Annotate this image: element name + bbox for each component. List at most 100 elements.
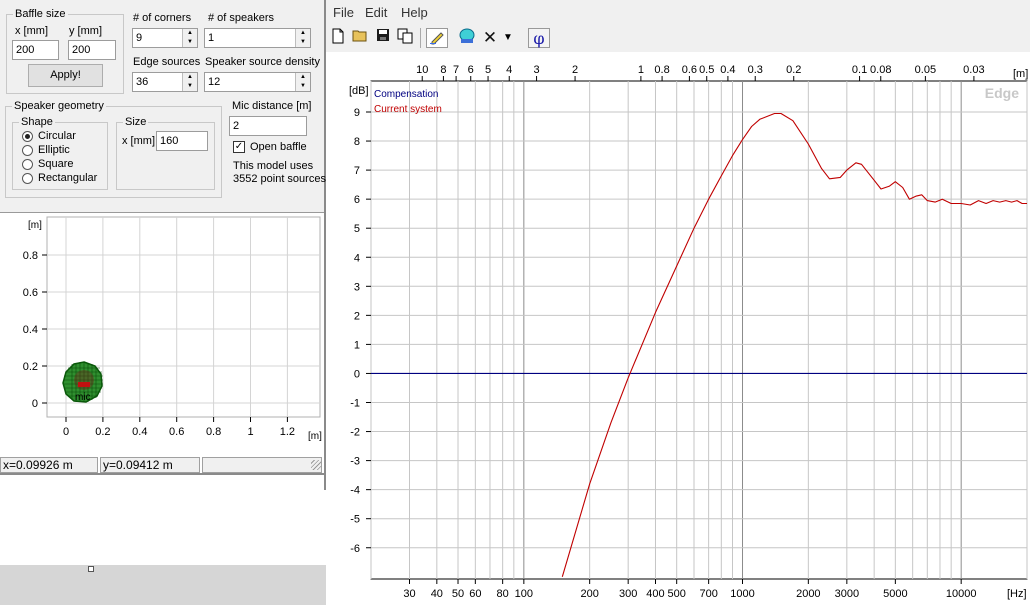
shape-circular-label: Circular	[38, 130, 76, 142]
top-tick-label: 0.5	[699, 64, 714, 76]
edge-sources-value: 36	[136, 76, 149, 88]
copy-icon[interactable]	[395, 28, 415, 48]
baffle-size-title: Baffle size	[13, 8, 68, 21]
x-tick-label: 1000	[730, 588, 754, 600]
save-icon[interactable]	[373, 28, 393, 48]
top-tick-label: 0.1	[852, 64, 867, 76]
edge-sources-spin[interactable]: ▲ ▼	[182, 73, 197, 91]
baffle-x-tick-label: 0.2	[95, 426, 110, 438]
x-tick-label: 2000	[796, 588, 820, 600]
apply-button[interactable]: Apply!	[28, 64, 103, 87]
x-tick-label: 3000	[835, 588, 859, 600]
radio-circular[interactable]	[22, 131, 33, 142]
top-tick-label: 10	[416, 64, 428, 76]
edge-sources-label: Edge sources	[133, 56, 201, 68]
top-tick-label: 2	[572, 64, 578, 76]
baffle-x-tick-label: 0.8	[206, 426, 221, 438]
x-tick-label: 30	[403, 588, 415, 600]
top-tick-label: 3	[533, 64, 539, 76]
y-tick-label: 8	[354, 136, 360, 148]
speaker-geometry-title: Speaker geometry	[12, 100, 106, 113]
baffle-x-input[interactable]: 200	[12, 40, 59, 60]
y-tick-label: 7	[354, 165, 360, 177]
speakers-stepper[interactable]: 1 ▲ ▼	[204, 28, 311, 48]
top-tick-label: 0.6	[682, 64, 697, 76]
resize-grip[interactable]	[311, 460, 321, 470]
source-density-value: 12	[208, 76, 221, 88]
dropdown-icon[interactable]: ▼	[501, 28, 515, 48]
bottom-gray-strip	[0, 565, 326, 605]
speaker-icon[interactable]	[457, 28, 477, 48]
speakers-spin[interactable]: ▲ ▼	[295, 29, 310, 47]
size-x-label: x [mm]	[122, 135, 155, 147]
status-empty-cell	[202, 457, 322, 473]
x-tick-label: 5000	[883, 588, 907, 600]
baffle-x-label: x [mm]	[15, 25, 48, 37]
menu-edit[interactable]: Edit	[365, 5, 387, 20]
top-tick-label: 6	[468, 64, 474, 76]
chart-plot-area	[370, 80, 1028, 580]
status-y-coordinate: y=0.09412 m	[100, 457, 200, 473]
y-tick-label: -1	[350, 398, 360, 410]
y-tick-label: 9	[354, 107, 360, 119]
menu-help[interactable]: Help	[401, 5, 428, 20]
phase-icon[interactable]: φ	[528, 28, 550, 48]
baffle-x-tick-label: 0	[63, 426, 69, 438]
open-icon[interactable]	[350, 28, 370, 48]
baffle-y-tick-label: 0.8	[23, 250, 38, 262]
edge-sources-stepper[interactable]: 36 ▲ ▼	[132, 72, 198, 92]
baffle-x-tick-label: 0.4	[132, 426, 147, 438]
y-axis-unit-label: [dB]	[349, 85, 369, 97]
size-x-input[interactable]: 160	[156, 131, 208, 151]
shape-square-label: Square	[38, 158, 74, 170]
frequency-response-chart[interactable]: 9876543210-1-2-3-4-5-630 40 50 60 80 100 200 30…	[326, 52, 1030, 605]
radio-rectangular[interactable]	[22, 173, 33, 184]
top-axis-unit-label: [m]	[1013, 68, 1028, 80]
source-density-spin[interactable]: ▲ ▼	[295, 73, 310, 91]
pencil-icon[interactable]	[426, 28, 448, 48]
y-tick-label: -4	[350, 485, 360, 497]
shape-title: Shape	[19, 116, 55, 129]
y-tick-label: -6	[350, 543, 360, 555]
y-tick-label: -5	[350, 514, 360, 526]
legend-compensation: Compensation	[374, 89, 438, 100]
corners-stepper[interactable]: 9 ▲ ▼	[132, 28, 198, 48]
baffle-x-tick-label: 1	[247, 426, 253, 438]
x-tick-label: 40	[431, 588, 443, 600]
top-tick-label: 0.8	[654, 64, 669, 76]
top-tick-label: 7	[453, 64, 459, 76]
drag-handle[interactable]	[88, 566, 94, 572]
mic-distance-label: Mic distance [m]	[232, 100, 312, 112]
y-tick-label: 5	[354, 223, 360, 235]
size-title: Size	[123, 116, 149, 129]
new-icon[interactable]	[328, 28, 348, 48]
baffle-y-input[interactable]: 200	[68, 40, 116, 60]
y-tick-label: 4	[354, 252, 360, 264]
radio-elliptic[interactable]	[22, 145, 33, 156]
mic-distance-input[interactable]: 2	[229, 116, 307, 136]
source-density-stepper[interactable]: 12 ▲ ▼	[204, 72, 311, 92]
x-tick-label: 80	[497, 588, 509, 600]
open-baffle-checkbox[interactable]: ✓	[233, 141, 245, 153]
menu-file[interactable]: File	[333, 5, 354, 20]
baffle-y-tick-label: 0.6	[23, 287, 38, 299]
x-tick-label: 100	[515, 588, 533, 600]
baffle-plot[interactable]: 0.8 0.6 0.4 0.2 0 0 0.2 0.4 0.6 0.8 1 1.2 [m] [m] mic	[0, 212, 324, 457]
top-tick-label: 0.3	[748, 64, 763, 76]
status-x-coordinate: x=0.09926 m	[0, 457, 98, 473]
radio-square[interactable]	[22, 159, 33, 170]
source-density-label: Speaker source density	[205, 56, 320, 68]
top-tick-label: 0.08	[870, 64, 891, 76]
speakers-value: 1	[208, 32, 215, 44]
y-tick-label: 3	[354, 281, 360, 293]
baffle-x-tick-label: 1.2	[280, 426, 295, 438]
baffle-y-unit-label: [m]	[28, 220, 42, 231]
x-tick-label: 50	[452, 588, 464, 600]
delete-icon[interactable]: ✕	[480, 28, 500, 48]
top-tick-label: 0.2	[786, 64, 801, 76]
toolbar-separator	[420, 28, 421, 48]
corners-spin[interactable]: ▲ ▼	[182, 29, 197, 47]
top-tick-label: 8	[440, 64, 446, 76]
corners-label: # of corners	[133, 12, 192, 24]
y-tick-label: 0	[354, 368, 360, 380]
